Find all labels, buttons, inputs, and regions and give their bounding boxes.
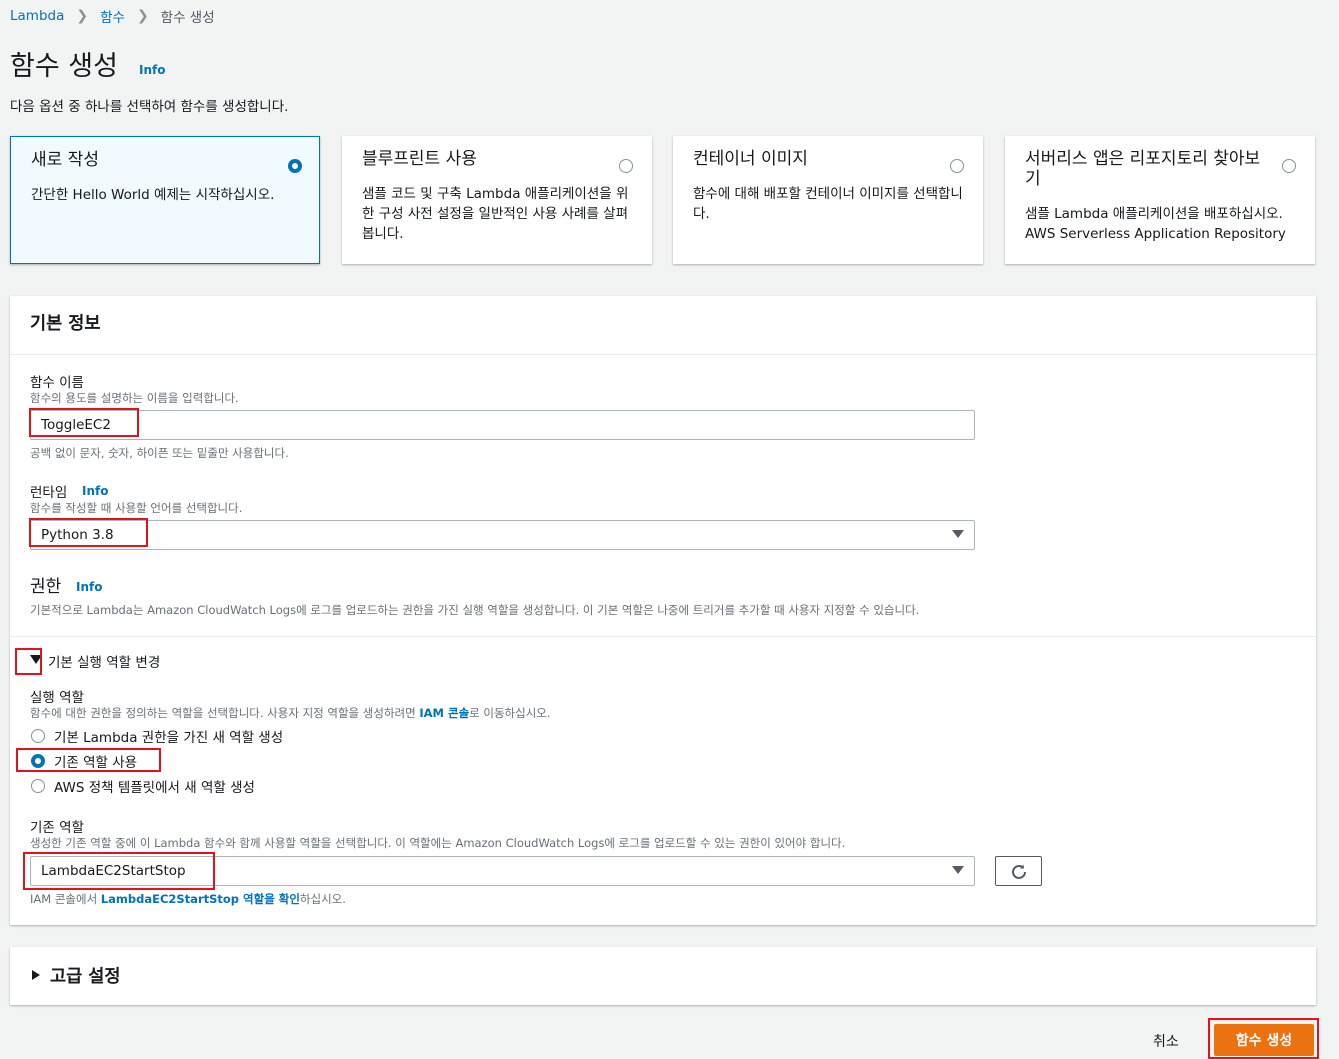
iam-console-link[interactable]: IAM 콘솔: [419, 706, 469, 720]
option-title: 새로 작성: [31, 150, 99, 170]
option-blueprint[interactable]: 블루프린트 사용 샘플 코드 및 구축 Lambda 애플리케이션을 위한 구성…: [342, 136, 652, 264]
page-title: 함수 생성: [10, 51, 118, 82]
change-role-toggle[interactable]: 기본 실행 역할 변경: [48, 651, 160, 671]
option-desc: 함수에 대해 배포할 컨테이너 이미지를 선택합니다.: [693, 186, 963, 222]
option-desc: 간단한 Hello World 예제는 시작하십시오.: [31, 187, 275, 203]
role-option-radio[interactable]: [31, 779, 45, 793]
runtime-label: 런타임: [30, 485, 68, 501]
breadcrumb: Lambda ❯ 함수 ❯ 함수 생성: [10, 6, 215, 26]
runtime-info-link[interactable]: Info: [82, 484, 108, 498]
option-title: 컨테이너 이미지: [693, 149, 808, 169]
panel-header: 기본 정보: [10, 296, 1316, 355]
chevron-right-icon: ❯: [136, 8, 149, 24]
breadcrumb-current: 함수 생성: [160, 10, 215, 26]
permissions-label: 권한: [30, 577, 62, 597]
option-desc: 샘플 코드 및 구축 Lambda 애플리케이션을 위한 구성 사전 설정을 일…: [362, 186, 629, 242]
breadcrumb-functions[interactable]: 함수: [100, 6, 125, 26]
existing-role-desc: 생성한 기존 역할 중에 이 Lambda 함수와 함께 사용할 역할을 선택합…: [30, 836, 846, 850]
basic-info-panel: 기본 정보 함수 이름 함수의 용도를 설명하는 이름을 입력합니다. Togg…: [10, 296, 1316, 925]
advanced-settings-label[interactable]: 고급 설정: [50, 963, 121, 988]
breadcrumb-lambda[interactable]: Lambda: [10, 8, 64, 24]
option-desc: 샘플 Lambda 애플리케이션을 배포하십시오. AWS Serverless…: [1025, 206, 1286, 242]
caret-right-icon: [32, 970, 40, 980]
cancel-button[interactable]: 취소: [1153, 1031, 1179, 1051]
function-name-input[interactable]: ToggleEC2: [30, 410, 975, 440]
function-name-desc: 함수의 용도를 설명하는 이름을 입력합니다.: [30, 391, 239, 405]
option-radio[interactable]: [288, 159, 302, 173]
exec-role-desc: 함수에 대한 권한을 정의하는 역할을 선택합니다. 사용자 지정 역할을 생성…: [30, 706, 551, 720]
option-serverless-repo[interactable]: 서버리스 앱은 리포지토리 찾아보기 샘플 Lambda 애플리케이션을 배포하…: [1005, 136, 1315, 264]
existing-role-select[interactable]: LambdaEC2StartStop: [30, 856, 975, 886]
divider: [10, 636, 1316, 637]
permissions-info-link[interactable]: Info: [76, 580, 102, 594]
option-author-from-scratch[interactable]: 새로 작성 간단한 Hello World 예제는 시작하십시오.: [10, 136, 320, 264]
panel-heading: 기본 정보: [30, 314, 101, 334]
function-name-label: 함수 이름: [30, 375, 84, 391]
refresh-button[interactable]: [995, 856, 1042, 886]
existing-role-value: LambdaEC2StartStop: [41, 863, 186, 879]
title-info-link[interactable]: Info: [139, 63, 165, 77]
refresh-icon: [1012, 864, 1026, 879]
role-option-new-basic[interactable]: 기본 Lambda 권한을 가진 새 역할 생성: [54, 726, 283, 746]
option-container-image[interactable]: 컨테이너 이미지 함수에 대해 배포할 컨테이너 이미지를 선택합니다.: [673, 136, 983, 264]
page-subtitle: 다음 옵션 중 하나를 선택하여 함수를 생성합니다.: [10, 99, 289, 115]
function-name-value: ToggleEC2: [41, 417, 111, 433]
existing-role-label: 기존 역할: [30, 820, 84, 836]
view-role-link[interactable]: LambdaEC2StartStop 역할을 확인: [101, 892, 300, 906]
caret-down-icon: [952, 530, 964, 538]
permissions-desc: 기본적으로 Lambda는 Amazon CloudWatch Logs에 로그…: [30, 603, 920, 617]
role-option-policy-template[interactable]: AWS 정책 템플릿에서 새 역할 생성: [54, 776, 255, 796]
runtime-select[interactable]: Python 3.8: [30, 520, 975, 550]
option-radio[interactable]: [950, 159, 964, 173]
caret-down-icon: [952, 866, 964, 874]
option-title: 서버리스 앱은 리포지토리 찾아보기: [1025, 149, 1261, 189]
create-function-button[interactable]: 함수 생성: [1214, 1024, 1314, 1056]
advanced-settings-panel[interactable]: 고급 설정: [10, 947, 1316, 1005]
role-option-radio[interactable]: [31, 754, 45, 768]
option-radio[interactable]: [1282, 159, 1296, 173]
caret-down-icon[interactable]: [30, 655, 42, 664]
function-name-hint: 공백 없이 문자, 숫자, 하이픈 또는 밑줄만 사용합니다.: [30, 446, 289, 460]
option-title: 블루프린트 사용: [362, 149, 477, 169]
runtime-value: Python 3.8: [41, 527, 114, 543]
option-radio[interactable]: [619, 159, 633, 173]
runtime-desc: 함수를 작성할 때 사용할 언어를 선택합니다.: [30, 501, 243, 515]
role-option-radio[interactable]: [31, 729, 45, 743]
iam-hint: IAM 콘솔에서 LambdaEC2StartStop 역할을 확인하십시오.: [30, 892, 346, 906]
chevron-right-icon: ❯: [76, 8, 89, 24]
exec-role-label: 실행 역할: [30, 690, 84, 706]
role-option-existing[interactable]: 기존 역할 사용: [54, 751, 137, 771]
